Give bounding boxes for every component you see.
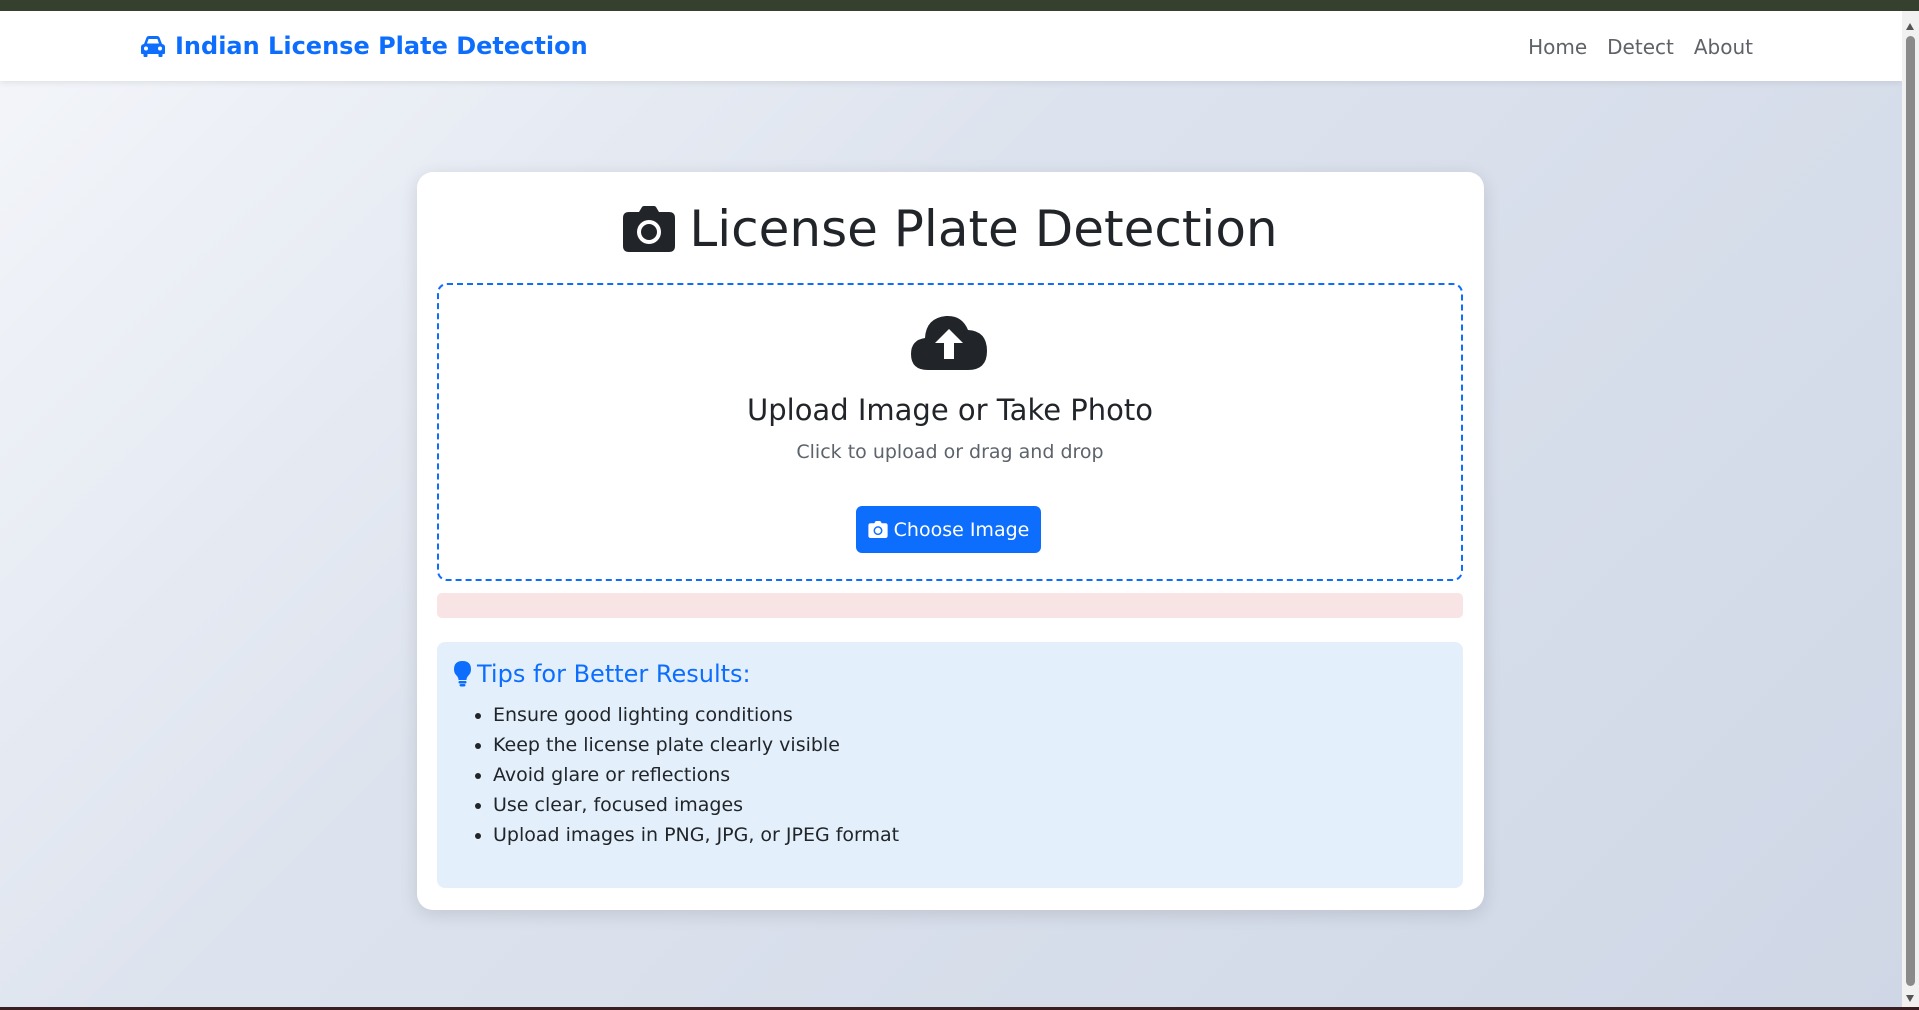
scroll-down-arrow-icon[interactable] [1906,995,1914,1002]
page-title-text: License Plate Detection [689,200,1278,258]
brand-label: Indian License Plate Detection [175,32,588,60]
nav-links: Home Detect About [1528,35,1753,59]
list-item: Upload images in PNG, JPG, or JPEG forma… [493,820,899,850]
car-icon [141,36,165,57]
tips-panel: Tips for Better Results: Ensure good lig… [437,642,1463,888]
camera-icon [623,206,676,252]
list-item: Use clear, focused images [493,790,899,820]
choose-image-button[interactable]: Choose Image [856,506,1041,553]
list-item: Ensure good lighting conditions [493,700,899,730]
scroll-thumb[interactable] [1906,36,1915,986]
page-scrollbar[interactable] [1902,11,1919,1007]
page-title: License Plate Detection [417,200,1484,258]
nav-link-home[interactable]: Home [1528,35,1587,59]
navbar: Indian License Plate Detection Home Dete… [0,11,1902,81]
brand-link[interactable]: Indian License Plate Detection [139,32,588,60]
tips-title-text: Tips for Better Results: [477,660,751,688]
alert-placeholder [437,593,1463,618]
nav-link-detect[interactable]: Detect [1607,35,1674,59]
scroll-up-arrow-icon[interactable] [1906,23,1914,30]
tips-list: Ensure good lighting conditions Keep the… [461,700,899,850]
choose-image-label: Choose Image [893,518,1030,541]
upload-dropzone[interactable]: Upload Image or Take Photo Click to uplo… [437,283,1463,581]
camera-icon [868,521,888,538]
nav-link-about[interactable]: About [1694,35,1753,59]
cloud-upload-icon [911,315,987,370]
upload-subtitle: Click to upload or drag and drop [796,441,1104,463]
list-item: Keep the license plate clearly visible [493,730,899,760]
list-item: Avoid glare or reflections [493,760,899,790]
detection-card: License Plate Detection Upload Image or … [417,172,1484,910]
lightbulb-icon [454,661,471,687]
tips-title: Tips for Better Results: [454,660,751,688]
upload-title: Upload Image or Take Photo [747,393,1153,427]
page: Indian License Plate Detection Home Dete… [0,11,1902,1007]
